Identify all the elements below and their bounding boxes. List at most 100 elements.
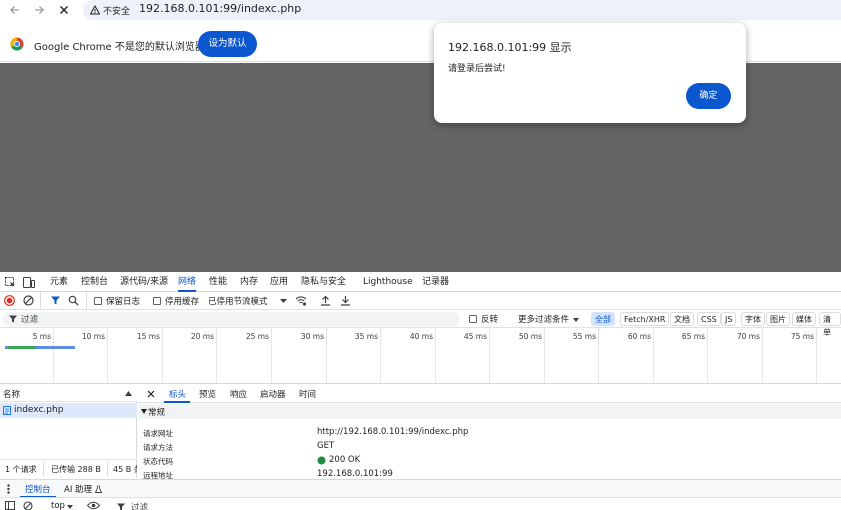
timeline-tick-label: 35 ms — [354, 332, 378, 341]
timeline-tick-label: 75 ms — [790, 332, 814, 341]
toolbar-divider — [40, 292, 41, 310]
timeline-gridline — [435, 328, 436, 383]
timeline-tick-label: 65 ms — [681, 332, 705, 341]
throttling-select[interactable]: 已停用节流模式 — [208, 295, 268, 307]
table-row[interactable]: indexc.php — [0, 403, 137, 418]
network-conditions-icon[interactable] — [295, 295, 307, 306]
dropdown-arrow-icon[interactable] — [67, 505, 73, 509]
network-toolbar: 保留日志 停用缓存 已停用节流模式 — [0, 292, 841, 310]
type-filter-img[interactable]: 图片 — [766, 312, 790, 326]
general-section-title: 常规 — [148, 408, 166, 418]
tab-recorder[interactable]: 记录器 — [422, 272, 449, 292]
triangle-down-icon — [141, 409, 147, 414]
device-toolbar-icon[interactable] — [23, 277, 35, 288]
type-filter-font[interactable]: 字体 — [741, 312, 765, 326]
forward-icon[interactable] — [33, 4, 45, 16]
timeline-tick-label: 70 ms — [736, 332, 760, 341]
dialog-ok-button[interactable]: 确定 — [686, 83, 731, 109]
filter-input[interactable]: 过滤 — [3, 312, 460, 326]
request-count: 1 个请求 — [5, 465, 37, 474]
dialog-title: 192.168.0.101:99 显示 — [448, 41, 572, 54]
status-dot-icon — [317, 456, 326, 465]
filter-funnel-icon — [117, 503, 125, 510]
tab-initiator[interactable]: 启动器 — [260, 388, 286, 400]
tab-lighthouse[interactable]: Lighthouse — [363, 272, 413, 292]
security-label: 不安全 — [103, 6, 131, 17]
tab-application[interactable]: 应用 — [270, 272, 288, 292]
type-filter-media[interactable]: 媒体 — [792, 312, 816, 326]
timeline-tick-label: 20 ms — [190, 332, 214, 341]
network-overview-timeline[interactable]: 5 ms 10 ms 15 ms 20 ms 25 ms 30 ms 35 ms… — [0, 328, 841, 384]
timeline-gridline — [816, 328, 817, 383]
set-default-button[interactable]: 设为默认 — [198, 31, 257, 57]
stop-loading-icon[interactable] — [58, 4, 70, 16]
record-icon[interactable] — [4, 295, 15, 306]
timeline-gridline — [380, 328, 381, 383]
name-column-header[interactable]: 名称 — [0, 385, 137, 402]
clear-console-icon[interactable] — [23, 501, 33, 510]
flask-icon — [95, 485, 102, 493]
tab-console[interactable]: 控制台 — [81, 272, 108, 292]
security-chip[interactable]: 不安全 — [90, 3, 130, 17]
invert-checkbox[interactable] — [469, 315, 477, 323]
type-filter-doc[interactable]: 文档 — [670, 312, 694, 326]
tab-sources[interactable]: 源代码/来源 — [120, 272, 168, 292]
request-name: indexc.php — [14, 405, 64, 415]
filter-funnel-icon[interactable] — [50, 295, 61, 306]
upload-har-icon[interactable] — [320, 295, 331, 306]
close-icon[interactable] — [147, 390, 155, 398]
request-method-label: 请求方法 — [143, 443, 173, 452]
tab-preview[interactable]: 预览 — [199, 388, 216, 400]
dropdown-arrow-icon[interactable] — [573, 318, 579, 322]
tab-timing[interactable]: 时间 — [299, 388, 316, 400]
type-filter-all[interactable]: 全部 — [591, 312, 615, 326]
download-har-icon[interactable] — [340, 295, 351, 306]
drawer-tab-console[interactable]: 控制台 — [25, 483, 51, 495]
type-filter-js[interactable]: JS — [721, 312, 737, 326]
tab-memory[interactable]: 内存 — [240, 272, 258, 292]
timeline-tick-label: 55 ms — [572, 332, 596, 341]
live-expression-eye-icon[interactable] — [87, 501, 100, 510]
tab-privacy-security[interactable]: 隐私与安全 — [301, 272, 346, 292]
status-code-value: 200 OK — [329, 455, 361, 465]
back-icon[interactable] — [9, 4, 21, 16]
context-select[interactable]: top — [51, 501, 65, 510]
type-filter-css[interactable]: CSS — [697, 312, 721, 326]
type-filter-manifest[interactable]: 清单 — [819, 312, 841, 337]
timeline-gridline — [53, 328, 54, 383]
timeline-gridline — [707, 328, 708, 383]
preserve-log-checkbox[interactable] — [94, 297, 102, 305]
tab-network[interactable]: 网络 — [178, 272, 197, 292]
search-icon[interactable] — [68, 295, 79, 306]
inspect-element-icon[interactable] — [5, 277, 16, 288]
timeline-tick-label: 25 ms — [245, 332, 269, 341]
sort-up-icon[interactable] — [125, 391, 132, 396]
dropdown-arrow-icon[interactable] — [280, 299, 287, 303]
url-text[interactable]: 192.168.0.101:99/indexc.php — [139, 2, 301, 15]
disable-cache-checkbox[interactable] — [153, 297, 161, 305]
status-divider — [107, 461, 108, 476]
document-icon — [3, 406, 11, 415]
tab-elements[interactable]: 元素 — [50, 272, 68, 292]
timeline-gridline — [162, 328, 163, 383]
tab-headers[interactable]: 标头 — [169, 388, 186, 400]
toolbar-divider — [86, 292, 87, 310]
tab-response[interactable]: 响应 — [230, 388, 247, 400]
remote-address-value: 192.168.0.101:99 — [317, 469, 393, 479]
status-code-label: 状态代码 — [143, 457, 173, 466]
tab-performance[interactable]: 性能 — [209, 272, 227, 292]
more-options-icon[interactable] — [7, 484, 10, 494]
timeline-gridline — [762, 328, 763, 383]
drawer-tab-ai-assistance[interactable]: AI 助理 — [64, 483, 92, 495]
type-filter-fetch-xhr[interactable]: Fetch/XHR — [620, 312, 670, 326]
timeline-tick-label: 50 ms — [518, 332, 542, 341]
timeline-gridline — [653, 328, 654, 383]
sidebar-toggle-icon[interactable] — [5, 501, 15, 510]
console-filter-input[interactable]: 过滤 — [131, 501, 148, 510]
invert-label: 反转 — [481, 315, 499, 325]
clear-icon[interactable] — [23, 295, 34, 306]
general-section-header[interactable]: 常规 — [138, 404, 841, 419]
timeline-tick-label: 10 ms — [81, 332, 105, 341]
timeline-gridline — [107, 328, 108, 383]
more-filters-dropdown[interactable]: 更多过滤条件 — [518, 313, 569, 325]
